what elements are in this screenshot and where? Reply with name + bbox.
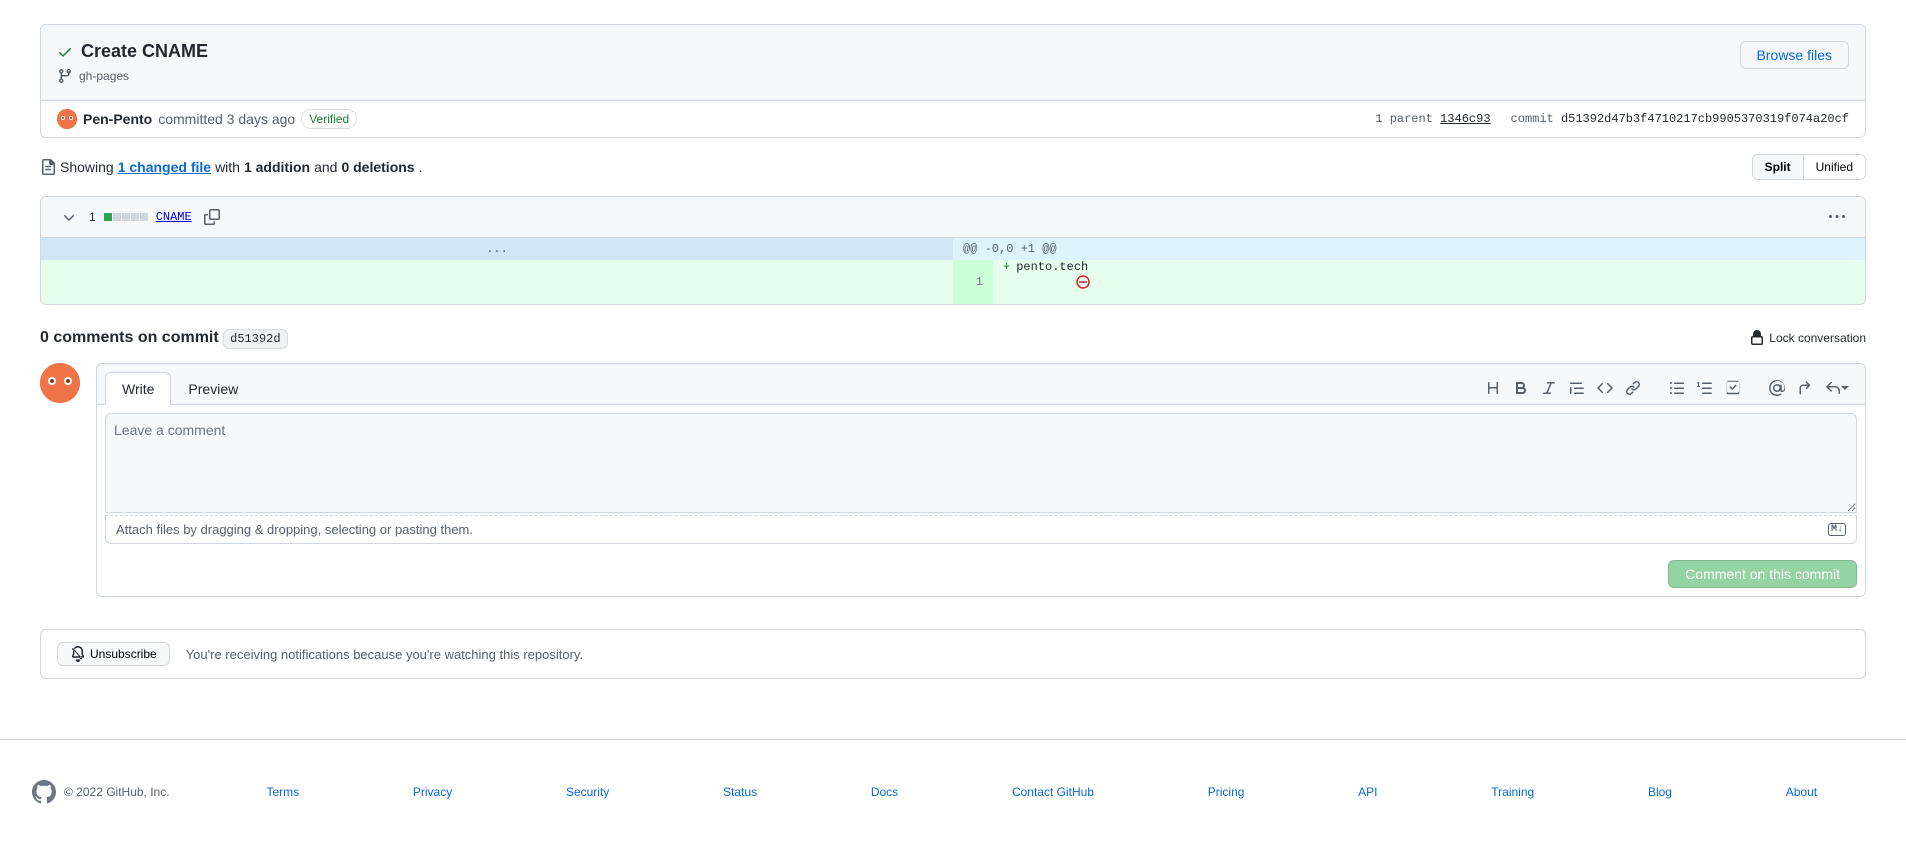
comments-heading: 0 comments on commit d51392d [40, 329, 288, 347]
footer-link[interactable]: API [1358, 785, 1377, 799]
split-view-button[interactable]: Split [1753, 155, 1804, 179]
kebab-icon [1829, 209, 1845, 225]
attach-hint-text[interactable]: Attach files by dragging & dropping, sel… [116, 522, 473, 537]
footer-link[interactable]: Pricing [1208, 785, 1245, 799]
check-icon [57, 44, 73, 60]
collapse-file-button[interactable] [57, 205, 81, 229]
markdown-badge[interactable]: M↓ [1828, 523, 1846, 536]
file-change-count: 1 [89, 210, 96, 224]
diff-line-row: 1 +pento.tech [41, 260, 1865, 304]
code-button[interactable] [1593, 376, 1617, 400]
italic-icon [1541, 380, 1557, 396]
italic-button[interactable] [1537, 376, 1561, 400]
lock-conversation-button[interactable]: Lock conversation [1749, 330, 1866, 346]
verified-badge[interactable]: Verified [301, 109, 357, 129]
file-name-link[interactable]: CNAME [156, 210, 192, 224]
footer-link[interactable]: Status [723, 785, 757, 799]
file-diff-icon [40, 159, 56, 175]
write-tab[interactable]: Write [105, 372, 171, 405]
link-icon [1625, 380, 1641, 396]
hunk-header-row: ... @@ -0,0 +1 @@ [41, 238, 1865, 260]
expand-hunk-button[interactable]: ... [41, 238, 953, 260]
unordered-list-button[interactable] [1665, 376, 1689, 400]
parent-hash-link[interactable]: 1346c93 [1440, 112, 1490, 126]
author-avatar[interactable] [57, 109, 77, 129]
reply-icon [1825, 380, 1841, 396]
list-ordered-icon [1697, 380, 1713, 396]
subscribe-text: You're receiving notifications because y… [186, 647, 583, 662]
link-button[interactable] [1621, 376, 1645, 400]
file-menu-button[interactable] [1825, 205, 1849, 229]
quote-button[interactable] [1565, 376, 1589, 400]
copy-icon [204, 209, 220, 225]
diff-view-toggle: Split Unified [1752, 154, 1866, 180]
bold-button[interactable] [1509, 376, 1533, 400]
changed-files-link[interactable]: 1 changed file [118, 159, 211, 175]
copyright-text: © 2022 GitHub, Inc. [64, 785, 170, 799]
list-unordered-icon [1669, 380, 1685, 396]
footer-link[interactable]: Privacy [413, 785, 452, 799]
mention-icon [1769, 380, 1785, 396]
cross-reference-icon [1797, 380, 1813, 396]
footer-link[interactable]: Terms [266, 785, 299, 799]
diff-summary: Showing 1 changed file with 1 addition a… [40, 159, 422, 175]
line-number[interactable]: 1 [953, 260, 993, 304]
author-link[interactable]: Pen-Pento [83, 111, 152, 127]
heading-button[interactable] [1481, 376, 1505, 400]
unified-view-button[interactable]: Unified [1804, 155, 1865, 179]
heading-icon [1485, 380, 1501, 396]
browse-files-button[interactable]: Browse files [1740, 41, 1849, 69]
commit-time: committed 3 days ago [158, 111, 295, 127]
chevron-down-icon [61, 209, 77, 225]
copy-path-button[interactable] [200, 205, 224, 229]
footer-link[interactable]: Docs [871, 785, 898, 799]
footer-link[interactable]: About [1786, 785, 1817, 799]
code-icon [1597, 380, 1613, 396]
quote-icon [1569, 380, 1585, 396]
comment-form: Write Preview [96, 363, 1866, 597]
preview-tab[interactable]: Preview [171, 372, 255, 405]
commit-header-box: Create CNAME gh-pages Browse files Pen-P… [40, 24, 1866, 138]
mention-button[interactable] [1765, 376, 1789, 400]
task-list-button[interactable] [1721, 376, 1745, 400]
comment-textarea[interactable] [105, 413, 1857, 513]
tasklist-icon [1725, 380, 1741, 396]
reference-button[interactable] [1793, 376, 1817, 400]
file-diff-box: 1 CNAME ... @@ -0,0 +1 @@ 1 +pen [40, 196, 1866, 305]
commit-short-hash: d51392d [223, 329, 287, 349]
footer-link[interactable]: Contact GitHub [1012, 785, 1094, 799]
footer-link[interactable]: Blog [1648, 785, 1672, 799]
github-logo-icon[interactable] [32, 780, 56, 804]
submit-comment-button[interactable]: Comment on this commit [1668, 560, 1857, 588]
parent-info: 1 parent 1346c93 [1375, 112, 1490, 126]
branch-icon [57, 68, 73, 84]
commit-hash-info: commit d51392d47b3f4710217cb9905370319f0… [1511, 112, 1849, 126]
current-user-avatar[interactable] [40, 363, 80, 403]
unsubscribe-button[interactable]: Unsubscribe [57, 642, 170, 666]
subscribe-box: Unsubscribe You're receiving notificatio… [40, 629, 1866, 679]
bold-icon [1513, 380, 1529, 396]
bell-slash-icon [70, 646, 86, 662]
line-content: pento.tech [1016, 260, 1088, 274]
page-footer: © 2022 GitHub, Inc. Terms Privacy Securi… [0, 739, 1906, 844]
footer-link[interactable]: Security [566, 785, 609, 799]
footer-link[interactable]: Training [1491, 785, 1534, 799]
diffstat-blocks [104, 213, 148, 221]
footer-links: Terms Privacy Security Status Docs Conta… [210, 785, 1874, 799]
lock-icon [1749, 330, 1765, 346]
no-newline-icon [1075, 274, 1091, 290]
commit-title: Create CNAME [81, 41, 208, 62]
reply-button[interactable] [1821, 376, 1853, 400]
ordered-list-button[interactable] [1693, 376, 1717, 400]
branch-link[interactable]: gh-pages [79, 69, 129, 83]
